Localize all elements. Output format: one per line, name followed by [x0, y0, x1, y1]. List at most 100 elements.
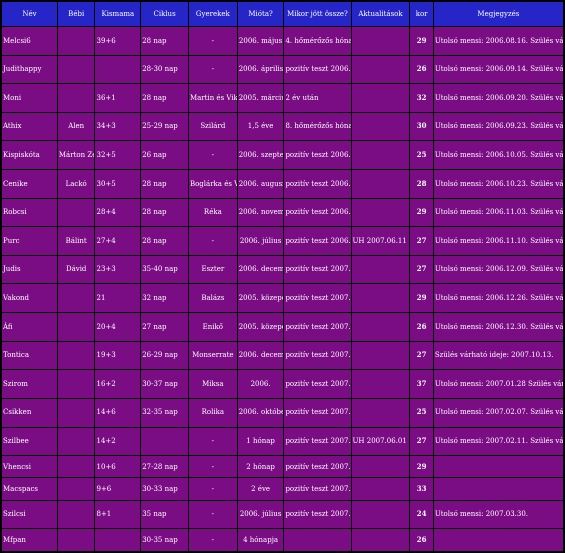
- cell-kor: 29: [410, 27, 433, 55]
- cell-megjegyzes: Szülés várható ideje: 2007.10.13.: [433, 341, 563, 370]
- cell-gyerekek: -: [188, 27, 237, 55]
- cell-kor: 27: [410, 341, 433, 370]
- cell-gyerekek: -: [188, 427, 237, 456]
- cell-kismama: 21: [95, 284, 141, 313]
- cell-ciklus: 32-35 nap: [141, 398, 188, 427]
- header-kismama: Kismama: [95, 2, 141, 26]
- table-row: Szilbee 14+2 -1 hónappozitív teszt 2007.03…: [2, 427, 563, 456]
- table-row: Robcsi 28+428 napRéka2006. novemberpozití…: [2, 198, 563, 227]
- cell-mikor: pozitív teszt 2006.12.09.: [284, 227, 351, 255]
- cell-nev: Athix: [2, 112, 57, 141]
- table-row: Áfi 20+4 27 nap Enikő 2005. közepe pozitív te…: [2, 313, 563, 341]
- cell-gyerekek: -: [188, 55, 237, 84]
- cell-megjegyzes: Utolsó mensi: 2006.08.16. Szülés várható…: [433, 27, 563, 55]
- cell-megjegyzes: Utolsó mensi: 2006.11.03. Szülés várható…: [433, 198, 563, 227]
- cell-mikor: pozitív teszt 2007.01.09.: [284, 255, 351, 284]
- header-bebi: Bébi: [57, 2, 95, 26]
- header-ciklus: Ciklus: [141, 2, 188, 26]
- cell-bebi: [57, 529, 95, 551]
- cell-aktualitasok: [351, 27, 410, 55]
- cell-miota: 2 hónap: [237, 456, 284, 478]
- header-gyerekek: Gyerekek: [188, 2, 237, 26]
- cell-kismama: 28+4: [95, 198, 141, 227]
- cell-ciklus: 26 nap: [141, 141, 188, 170]
- cell-mikor: pozitív teszt 2007.04.05: [284, 456, 351, 478]
- cell-aktualitasok: [351, 529, 410, 551]
- cell-miota: 2006. július: [237, 500, 284, 529]
- cell-nev: Csikken: [2, 398, 57, 427]
- cell-aktualitasok: [351, 398, 410, 427]
- table-row: Vhencsi 10+6 27-28 nap -2 hónap pozitív tesz…: [2, 456, 563, 478]
- cell-kismama: 23+3: [95, 255, 141, 284]
- cell-kismama: 10+6: [95, 456, 141, 478]
- cell-bebi: Alen: [57, 112, 95, 141]
- cell-miota: 1,5 éve: [237, 112, 284, 141]
- cell-mikor: pozitív teszt 2006.10.16: [284, 55, 351, 84]
- cell-gyerekek: Miksa: [188, 370, 237, 398]
- table-row: Csikken 14+632-35 napRolika2006. októberp…: [2, 398, 563, 427]
- cell-nev: Moni: [2, 84, 57, 112]
- cell-miota: 4 hónapja: [237, 529, 284, 551]
- cell-nev: Mfpan: [2, 529, 57, 551]
- cell-kismama: 14+6: [95, 398, 141, 427]
- cell-ciklus: 28 nap: [141, 170, 188, 198]
- cell-mikor: 8. hőmérőzős hónapban: [284, 112, 351, 141]
- pregnancy-tracker-table: Név Bébi Kismama Ciklus Gyerekek Mióta? …: [1, 1, 564, 552]
- table-row: Vakond 21 32 nap Balázs 2005. közepe pozitív …: [2, 284, 563, 313]
- cell-mikor: pozitív teszt 2006.12.02.: [284, 198, 351, 227]
- cell-mikor: pozitív teszt 2007.04.19: [284, 500, 351, 529]
- cell-kor: 26: [410, 313, 433, 341]
- cell-mikor: pozitív teszt 2007.01.30.: [284, 313, 351, 341]
- cell-miota: 2006. november: [237, 198, 284, 227]
- cell-megjegyzes: Utolsó mensi: 2006.09.20. Szülés várható…: [433, 84, 563, 112]
- cell-bebi: [57, 55, 95, 84]
- cell-miota: 2006. október: [237, 398, 284, 427]
- table-row: Mfpan 30-35 nap -4 hónapja 26: [2, 529, 563, 551]
- cell-kor: 30: [410, 112, 433, 141]
- cell-kismama: 14+2: [95, 427, 141, 456]
- header-row: Név Bébi Kismama Ciklus Gyerekek Mióta? …: [2, 2, 563, 26]
- cell-ciklus: 30-37 nap: [141, 370, 188, 398]
- cell-kismama: [95, 529, 141, 551]
- cell-mikor: 4. hőmérőzős hónapban: [284, 27, 351, 55]
- cell-miota: 2006.: [237, 370, 284, 398]
- cell-megjegyzes: Utolsó mensi: 2006.11.10. Szülés várható…: [433, 227, 563, 255]
- cell-ciklus: 30-33 nap: [141, 478, 188, 500]
- cell-kor: 29: [410, 198, 433, 227]
- cell-gyerekek: -: [188, 227, 237, 255]
- cell-nev: Purc: [2, 227, 57, 255]
- table-row: Macspacs 9+6 30-33 nap -2 éve pozitív teszt …: [2, 478, 563, 500]
- cell-ciklus: 28-30 nap: [141, 55, 188, 84]
- cell-nev: Szilcsi: [2, 500, 57, 529]
- cell-aktualitasok: [351, 198, 410, 227]
- cell-megjegyzes: Utolsó mensi: 2006.10.23. Szülés várható…: [433, 170, 563, 198]
- table-row: Moni 36+128 napMartin és Viki2005. márciu…: [2, 84, 563, 112]
- cell-gyerekek: Eszter: [188, 255, 237, 284]
- table-row: Judis Dávid 23+3 35-40 nap Eszter 2006. decem…: [2, 255, 563, 284]
- cell-nev: Melcsi6: [2, 27, 57, 55]
- cell-aktualitasok: [351, 456, 410, 478]
- cell-gyerekek: Rolika: [188, 398, 237, 427]
- table-row: KispiskótaMárton Zétény32+526 nap-2006. …: [2, 141, 563, 170]
- cell-miota: 2006. szeptember: [237, 141, 284, 170]
- cell-gyerekek: -: [188, 141, 237, 170]
- cell-kismama: 30+5: [95, 170, 141, 198]
- cell-bebi: [57, 370, 95, 398]
- cell-ciklus: 28 nap: [141, 227, 188, 255]
- cell-ciklus: 28 nap: [141, 84, 188, 112]
- cell-mikor: pozitív teszt 2007.03.10: [284, 398, 351, 427]
- cell-kor: 37: [410, 370, 433, 398]
- cell-aktualitasok: [351, 170, 410, 198]
- cell-aktualitasok: [351, 255, 410, 284]
- cell-mikor: pozitív teszt 2006.10.30: [284, 141, 351, 170]
- cell-miota: 2006. december: [237, 341, 284, 370]
- cell-gyerekek: Martin és Viki: [188, 84, 237, 112]
- cell-miota: 2006. augusztus: [237, 170, 284, 198]
- table-row: Purc Bálint 27+4 28 nap -2006. július pozitív…: [2, 227, 563, 255]
- cell-mikor: pozitív teszt 2007.02.24: [284, 370, 351, 398]
- cell-miota: 2006. május: [237, 27, 284, 55]
- cell-bebi: Dávid: [57, 255, 95, 284]
- cell-aktualitasok: UH 2007.06.01: [351, 427, 410, 456]
- table-row: Tontica 19+3 26-29 nap Monserrate 2006. dece…: [2, 341, 563, 370]
- cell-nev: Robcsi: [2, 198, 57, 227]
